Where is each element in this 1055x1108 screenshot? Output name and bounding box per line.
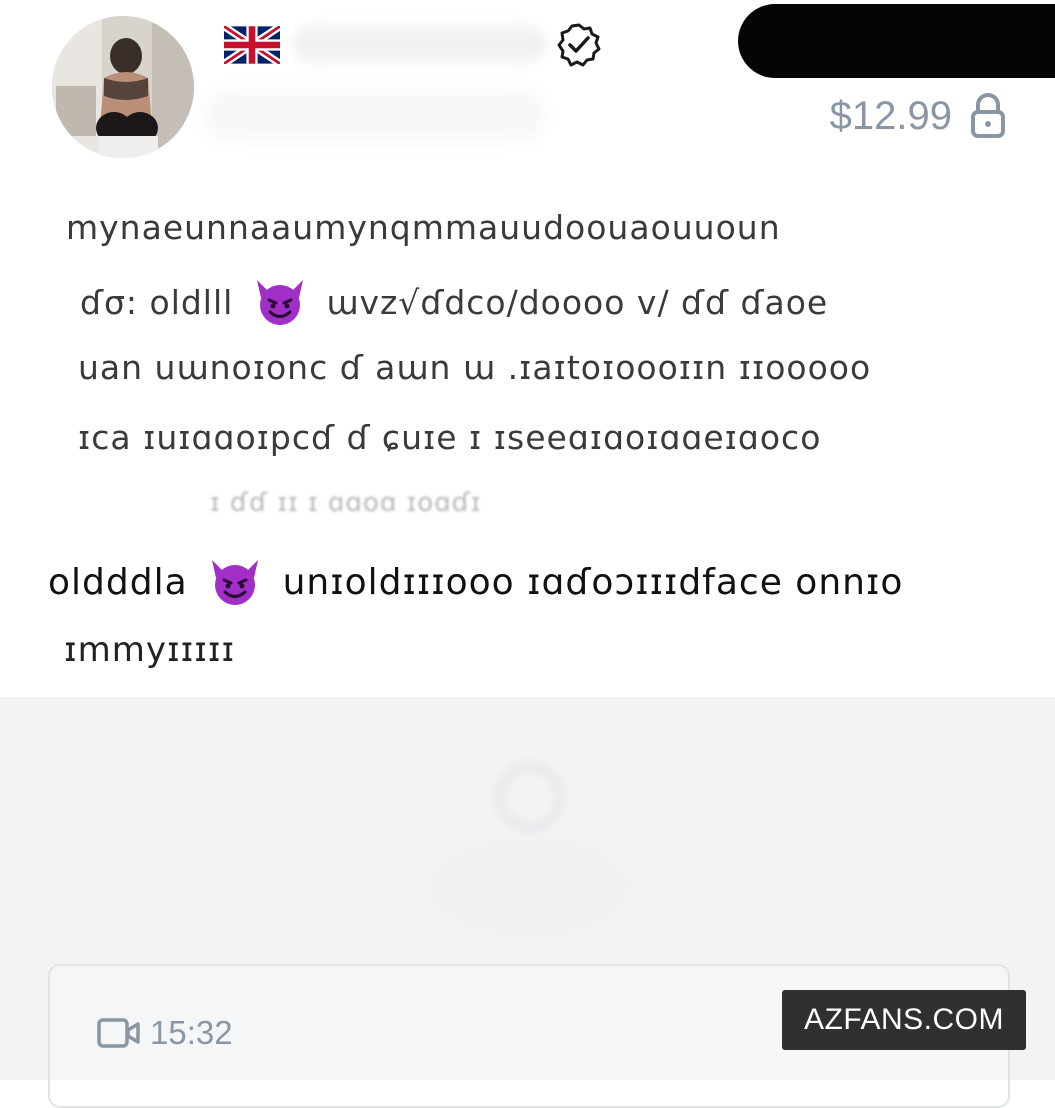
message-line: oldddla unɪoldɪɪɪooo ɪɑɗoɔɪɪɪdface onnɪo: [48, 556, 903, 606]
message-line: mynaeunnaaumynqmmauudoouaouuoun: [66, 208, 781, 247]
message-price: $12.99: [829, 94, 952, 138]
message-line-faded: ɪ ɗɗ ɪɪ ɪ ɑɑoɑ ɪoɑɗɪ: [210, 488, 482, 518]
watermark: AZFANS.COM: [782, 990, 1026, 1050]
message-line: ɪca ɪuɪɑɑoɪpcɗ ɗ ɕuɪe ɪ ɪseeɑɪɑoɪɑɑeɪɑoc…: [78, 418, 822, 457]
uk-flag-icon: [221, 23, 283, 67]
verified-badge-icon: [556, 22, 602, 68]
creator-handle-obscured: [205, 90, 545, 140]
message-line: ɪmmyɪɪɪɪɪ: [64, 630, 236, 670]
message-line: ɗσ: oldlll ɯvz√ɗdco/doooo v/ ɗɗ ɗaoe: [80, 276, 828, 326]
message-line: uan uɯnoɪonc ɗ aɯn ɯ .ɪaɪtoɪoooɪɪn ɪɪooo…: [78, 348, 872, 387]
smiling-face-with-horns-emoji: [251, 276, 309, 326]
redaction-bar: [738, 4, 1055, 78]
message-line-part: ɯvz√ɗdco/doooo v/ ɗɗ ɗaoe: [326, 283, 829, 322]
creator-name-obscured: [292, 26, 547, 62]
lock-placeholder-icon: [430, 760, 630, 937]
lock-icon: [968, 92, 1008, 140]
video-duration: 15:32: [150, 1014, 233, 1051]
smiling-face-with-horns-emoji: [206, 556, 264, 606]
message-line-part: ɗσ: oldlll: [80, 283, 234, 322]
creator-avatar[interactable]: [52, 16, 194, 158]
video-camera-icon: [97, 1016, 141, 1050]
message-line-part: oldddla: [48, 562, 188, 603]
message-text: mynaeunnaaumynqmmauudoouaouuoun ɗσ: oldl…: [0, 190, 1055, 690]
message-line-part: unɪoldɪɪɪooo ɪɑɗoɔɪɪɪdface onnɪo: [282, 562, 904, 603]
